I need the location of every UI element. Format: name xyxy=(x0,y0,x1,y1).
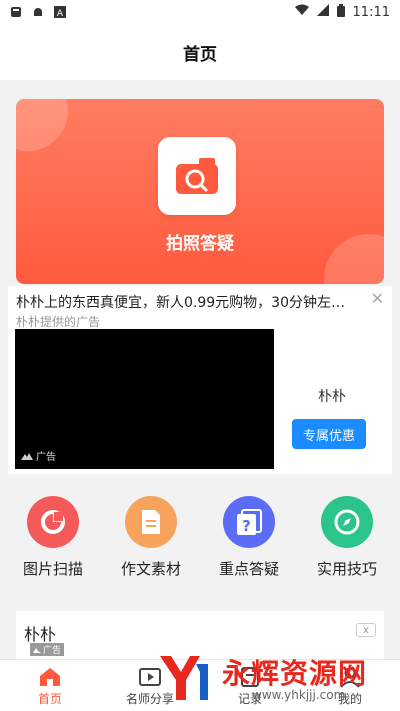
ad-brand: 朴朴 xyxy=(318,389,346,405)
tab-mine[interactable]: 我的 xyxy=(300,660,400,711)
android-icon xyxy=(32,6,44,18)
user-icon xyxy=(339,666,361,688)
exclusive-offer-button[interactable]: 专属优惠 xyxy=(292,419,366,449)
ad-tag-label: 广告 xyxy=(36,452,56,463)
close-icon[interactable]: x xyxy=(356,623,376,637)
signal-icon xyxy=(316,4,329,20)
svg-text:A: A xyxy=(57,9,64,18)
app-header: 首页 xyxy=(0,24,400,80)
tool-practical-tips[interactable]: 实用技巧 xyxy=(299,478,395,588)
ad-subtitle: 朴朴提供的广告 xyxy=(16,315,101,329)
tools-grid: 图片扫描 作文素材 ? 重点答疑 实用技巧 xyxy=(0,478,400,588)
question-icon: ? xyxy=(223,496,275,548)
document-icon xyxy=(125,496,177,548)
status-left-icons: A xyxy=(10,6,66,19)
ad-video[interactable]: 广告 xyxy=(15,329,274,469)
status-bar: A 11:11 xyxy=(0,0,400,24)
tool-label: 图片扫描 xyxy=(22,560,83,578)
a-icon: A xyxy=(54,6,66,19)
ad-title[interactable]: 朴朴上的东西真便宜，新人0.99元购物，30分钟左… xyxy=(16,292,362,312)
tool-label: 作文素材 xyxy=(120,560,181,578)
svg-text:?: ? xyxy=(242,517,251,535)
scan-icon xyxy=(27,496,79,548)
tab-label: 我的 xyxy=(337,692,362,706)
ad-card[interactable]: 朴朴上的东西真便宜，新人0.99元购物，30分钟左… ✕ 朴朴提供的广告 广告 … xyxy=(8,286,392,474)
banner-decoration xyxy=(16,99,68,151)
photo-question-banner[interactable]: 拍照答疑 xyxy=(16,99,384,284)
close-icon[interactable]: ✕ xyxy=(371,289,384,308)
tab-home[interactable]: 首页 xyxy=(0,660,100,711)
camera-search-icon xyxy=(158,137,236,215)
tool-essay-material[interactable]: 作文素材 xyxy=(103,478,199,588)
notification-icon xyxy=(10,6,22,18)
home-icon xyxy=(39,666,61,688)
ad-tag-label: 广告 xyxy=(43,646,62,656)
page-title: 首页 xyxy=(183,44,217,65)
play-icon xyxy=(139,666,161,688)
tab-label: 名师分享 xyxy=(125,692,174,706)
compass-icon xyxy=(321,496,373,548)
ad-title: 朴朴 xyxy=(24,625,57,644)
status-time: 11:11 xyxy=(352,4,390,20)
tool-label: 重点答疑 xyxy=(218,560,279,578)
tab-record[interactable]: 记录 xyxy=(200,660,300,711)
ad-tag: 广告 xyxy=(21,448,56,463)
status-right-icons: 11:11 xyxy=(294,3,390,21)
ad-tag: 广告 xyxy=(30,643,65,656)
tab-label: 记录 xyxy=(237,692,262,706)
tool-image-scan[interactable]: 图片扫描 xyxy=(5,478,101,588)
banner-label: 拍照答疑 xyxy=(166,234,234,254)
record-icon xyxy=(239,666,261,688)
battery-icon xyxy=(336,3,345,21)
tab-label: 首页 xyxy=(37,692,62,706)
tool-label: 实用技巧 xyxy=(316,560,377,578)
ad-logo-icon xyxy=(21,452,33,460)
wifi-icon xyxy=(294,4,309,20)
bottom-tab-bar: 首页 名师分享 记录 我的 xyxy=(0,659,400,711)
ad-logo-icon xyxy=(33,647,41,653)
tab-teacher-share[interactable]: 名师分享 xyxy=(100,660,200,711)
tool-key-questions[interactable]: ? 重点答疑 xyxy=(201,478,297,588)
